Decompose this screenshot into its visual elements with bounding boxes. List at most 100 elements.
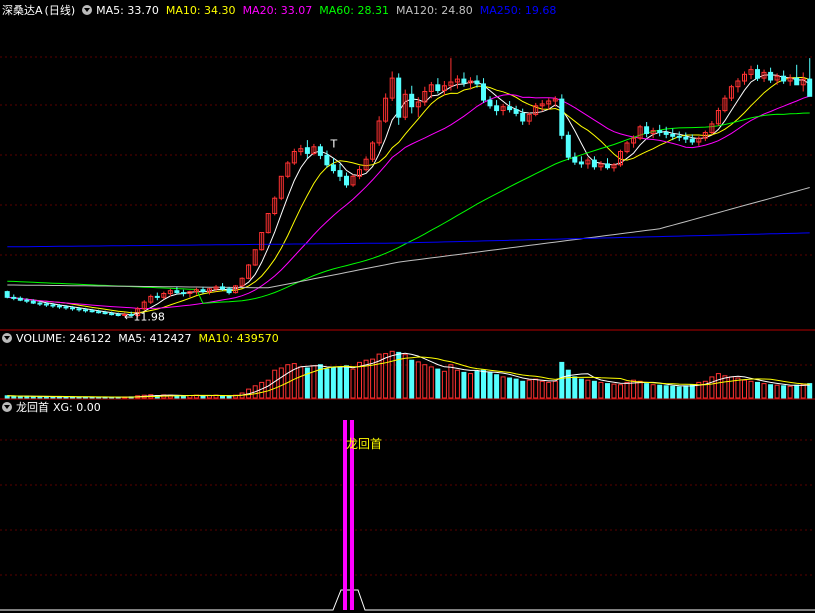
volume-bar	[461, 371, 467, 399]
volume-bar	[468, 373, 473, 399]
volume-ma-lines	[7, 352, 810, 398]
volume-bar	[409, 359, 415, 399]
candle-body	[461, 78, 467, 84]
ma60-line	[7, 112, 810, 304]
volume-bar	[663, 385, 669, 399]
volume-bar	[298, 366, 304, 399]
volume-bar	[448, 364, 454, 399]
ma20-line	[7, 93, 810, 310]
volume-bar	[350, 368, 356, 399]
volume-bar	[742, 379, 747, 399]
volume-bar	[304, 367, 310, 399]
volume-bar	[578, 378, 584, 399]
volume-bar	[585, 379, 591, 399]
candle-body	[807, 78, 813, 97]
candle-body	[24, 299, 30, 302]
stock-chart-window: 深桑达A (日线) MA5: 33.70 MA10: 34.30 MA20: 33.07…	[0, 0, 815, 613]
volume-bar	[611, 383, 617, 399]
volume-bar	[533, 378, 539, 399]
candle-body	[76, 308, 82, 311]
candle-body	[56, 305, 62, 308]
volume-bar	[683, 385, 689, 399]
volume-bar	[546, 381, 552, 399]
candle-body	[43, 303, 49, 306]
candle-body	[689, 138, 695, 143]
volume-bar	[624, 381, 630, 399]
volume-bar	[402, 354, 408, 399]
candle-body	[304, 147, 310, 154]
volume-bar	[807, 383, 813, 399]
candle-body	[507, 106, 513, 111]
candle-body	[30, 300, 36, 304]
volume-bar	[657, 384, 663, 399]
ma5-line	[7, 74, 810, 316]
candle-body	[226, 288, 232, 294]
candle-body	[115, 314, 121, 316]
volume-bar	[676, 386, 682, 399]
candle-body	[317, 146, 323, 156]
candle-body	[494, 105, 500, 112]
candle-body	[50, 304, 56, 307]
candle-body	[220, 286, 225, 290]
volume-bar	[389, 350, 395, 399]
volume-bar	[422, 364, 428, 399]
candle-body	[37, 302, 43, 305]
volume-bar	[781, 385, 787, 399]
price-low-label: ←11.98	[124, 310, 165, 323]
volume-bar	[513, 378, 519, 399]
candle-body	[520, 112, 526, 122]
volume-bar	[618, 384, 623, 399]
chart-canvas[interactable]: 龙回首 ←11.98 T	[0, 0, 815, 613]
ma10-line	[7, 76, 810, 314]
volume-bar	[278, 367, 284, 399]
volume-bar	[487, 371, 493, 399]
volume-bar	[605, 383, 610, 399]
candle-body	[409, 93, 415, 108]
ma250-line	[7, 232, 810, 248]
volume-bar	[670, 385, 676, 399]
volume-bar	[800, 383, 806, 399]
candle-body	[11, 296, 17, 299]
candle-body	[578, 161, 584, 165]
volume-bar	[30, 396, 36, 399]
ma-lines	[7, 74, 810, 316]
volume-bar	[637, 380, 643, 399]
signal-layer: 龙回首	[0, 420, 815, 611]
candle-body	[324, 154, 330, 166]
volume-bar	[474, 370, 480, 399]
candle-body	[200, 289, 206, 293]
volume-bar	[598, 381, 604, 399]
volume-bar	[709, 376, 715, 399]
volume-bar	[428, 366, 434, 399]
ma120-line	[7, 187, 810, 289]
volume-bar	[794, 384, 800, 399]
candle-body	[96, 311, 102, 314]
candle-body	[670, 133, 676, 137]
candle-body	[4, 291, 10, 298]
volume-ma10-line	[7, 356, 810, 398]
volume-bar	[324, 368, 330, 399]
candle-body	[83, 309, 88, 312]
candle-body	[676, 135, 682, 138]
volume-bar	[787, 385, 793, 399]
volume-bar	[272, 369, 278, 399]
candle-body	[683, 136, 689, 140]
volume-bar	[520, 380, 526, 399]
signal-baseline	[0, 589, 815, 611]
chart-labels: ←11.98 T	[124, 138, 337, 324]
volume-bar	[559, 361, 565, 399]
volume-bar	[500, 376, 506, 399]
volume-bar	[774, 384, 780, 399]
volume-bar	[722, 375, 728, 399]
volume-bar	[415, 361, 421, 399]
candle-body	[663, 132, 669, 135]
candle-body	[63, 306, 69, 309]
signal-label: 龙回首	[346, 437, 382, 451]
candlesticks	[4, 58, 813, 318]
volume-bar	[644, 383, 650, 399]
candle-body	[396, 77, 402, 118]
candle-body	[435, 84, 441, 92]
volume-bar	[481, 369, 486, 399]
candle-body	[154, 295, 160, 298]
volume-bar	[591, 380, 597, 399]
